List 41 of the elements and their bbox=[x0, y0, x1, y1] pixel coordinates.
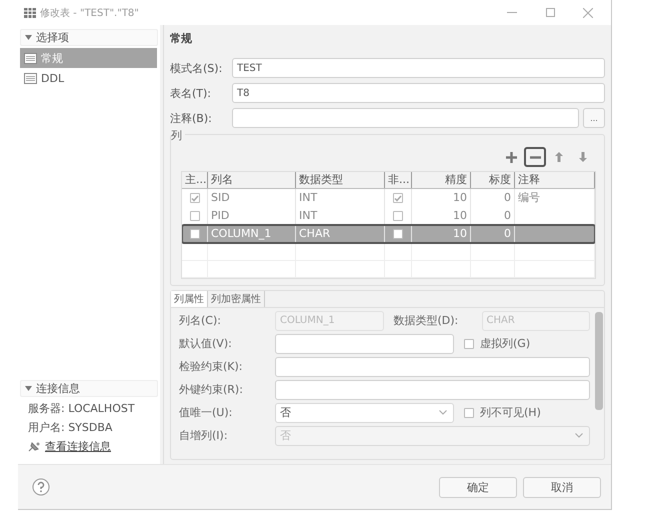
ok-button[interactable]: 确定 bbox=[439, 476, 517, 498]
server-text: 服务器: LOCALHOST bbox=[27, 401, 136, 417]
column-header[interactable]: 精度 bbox=[412, 172, 471, 188]
table-cell: COLUMN_1 bbox=[208, 225, 296, 243]
section-header[interactable]: 选择项 bbox=[20, 29, 158, 46]
group-title: 列 bbox=[171, 128, 185, 143]
field-label: 自增列(I): bbox=[179, 428, 229, 443]
sidebar-item[interactable]: DDL bbox=[20, 68, 157, 88]
field-label: 检验约束(K): bbox=[179, 359, 244, 374]
user-text: 用户名: SYSDBA bbox=[27, 420, 114, 436]
column-header[interactable]: 主... bbox=[182, 172, 208, 188]
column-header[interactable]: 列名 bbox=[208, 172, 296, 188]
field-label: 表名(T): bbox=[170, 86, 212, 100]
column-header[interactable]: 注释 bbox=[515, 172, 595, 188]
column-header[interactable]: 数据类型 bbox=[296, 172, 385, 188]
input-field[interactable]: TEST bbox=[232, 58, 605, 78]
field-label: 数据类型(D): bbox=[394, 313, 460, 328]
browse-button[interactable]: ... bbox=[583, 108, 605, 128]
table-cell: 0 bbox=[471, 225, 515, 243]
field-label: 列名(C): bbox=[179, 313, 222, 328]
tab[interactable]: 列属性 bbox=[171, 291, 208, 307]
field-label: 注释(B): bbox=[170, 110, 213, 126]
window-title: 修改表 - "TEST"."T8" bbox=[40, 6, 140, 20]
input-field[interactable]: T8 bbox=[232, 83, 605, 103]
tab[interactable]: 列加密属性 bbox=[208, 291, 265, 307]
field-label: 模式名(S): bbox=[170, 60, 224, 76]
field-label: 外键约束(R): bbox=[179, 382, 244, 397]
dropdown[interactable]: 否 bbox=[275, 402, 454, 422]
connection-info-link[interactable]: 查看连接信息 bbox=[45, 437, 111, 456]
table-row[interactable]: PID INT 10 0 bbox=[182, 207, 595, 225]
column-header[interactable]: 标度 bbox=[471, 172, 515, 188]
checkbox-label[interactable]: 虚拟列(G) bbox=[458, 336, 590, 351]
column-header[interactable]: 非... bbox=[385, 172, 412, 188]
section-heading: 常规 bbox=[170, 31, 193, 47]
cancel-button[interactable]: 取消 bbox=[523, 476, 601, 498]
section-header[interactable]: 连接信息 bbox=[20, 380, 158, 397]
field-label: 默认值(V): bbox=[179, 336, 233, 351]
table-cell: 10 bbox=[412, 225, 471, 243]
checkbox-label[interactable]: 列不可见(H) bbox=[458, 405, 590, 420]
field-label: 值唯一(U): bbox=[179, 405, 234, 420]
table-cell: CHAR bbox=[296, 225, 385, 243]
